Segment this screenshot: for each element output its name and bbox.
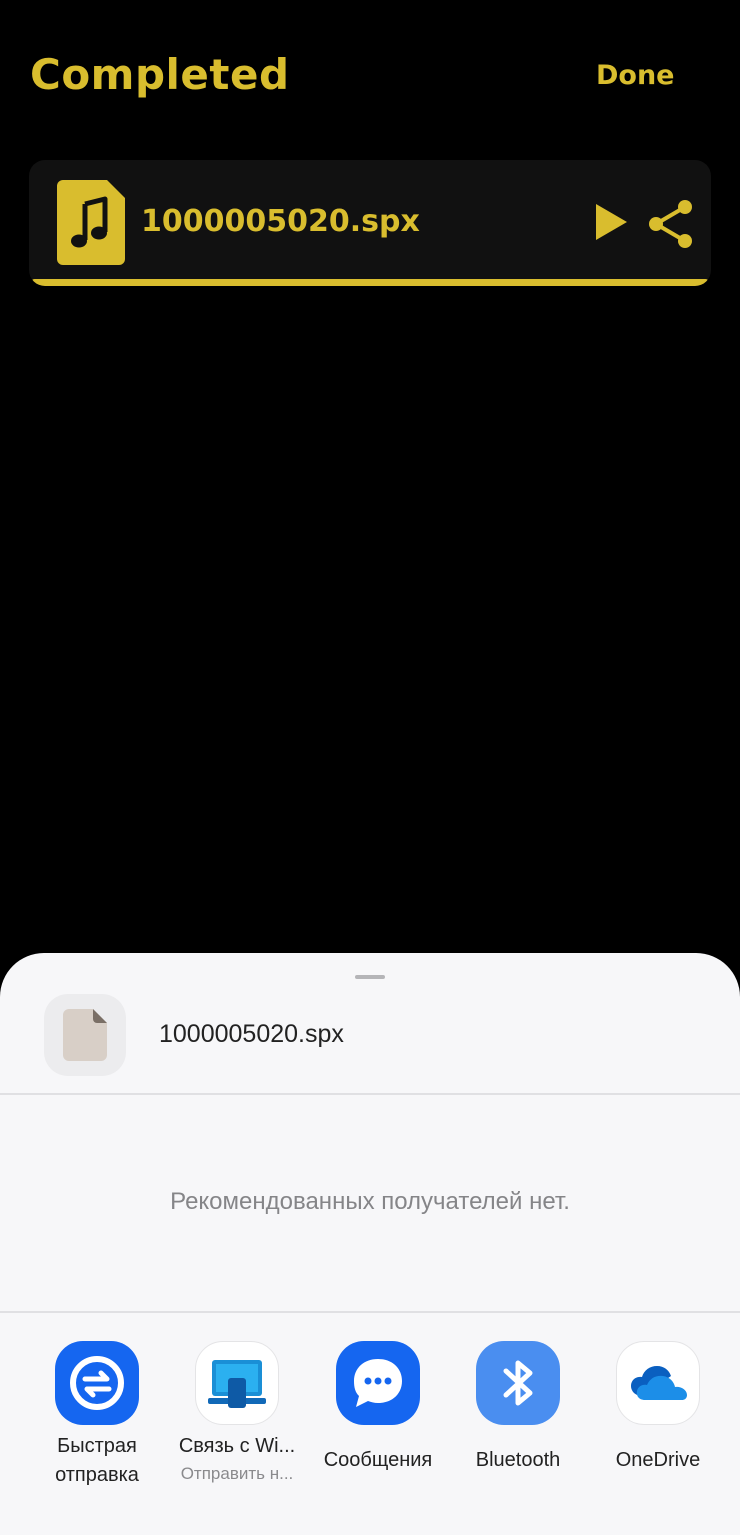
app-messages[interactable]: Сообщения xyxy=(308,1341,448,1521)
play-icon[interactable] xyxy=(593,202,629,242)
sheet-drag-handle[interactable] xyxy=(355,975,385,979)
app-label: Сообщения xyxy=(323,1449,433,1471)
share-icon[interactable] xyxy=(647,198,695,250)
file-thumbnail xyxy=(44,994,126,1076)
messages-icon xyxy=(336,1341,420,1425)
app-label: Связь с Wi... xyxy=(178,1435,296,1457)
progress-bar xyxy=(31,279,709,286)
app-link-to-windows[interactable]: Связь с Wi... Отправить н... xyxy=(167,1341,307,1521)
divider xyxy=(0,1093,740,1095)
music-file-icon xyxy=(57,180,125,265)
onedrive-icon xyxy=(616,1341,700,1425)
app-label: OneDrive xyxy=(615,1449,701,1471)
share-app-list: Быстрая отправка Связь с Wi... Отправить… xyxy=(0,1341,740,1535)
app-quick-share[interactable]: Быстрая отправка xyxy=(27,1341,167,1521)
shared-file-name: 1000005020.spx xyxy=(159,1020,344,1048)
app-sublabel: Отправить н... xyxy=(180,1464,294,1483)
app-bluetooth[interactable]: Bluetooth xyxy=(448,1341,588,1521)
file-name: 1000005020.spx xyxy=(141,204,420,239)
divider xyxy=(0,1311,740,1313)
bluetooth-icon xyxy=(476,1341,560,1425)
share-sheet: 1000005020.spx Рекомендованных получател… xyxy=(0,953,740,1535)
file-item[interactable]: 1000005020.spx xyxy=(29,160,711,286)
app-label: Bluetooth xyxy=(475,1449,561,1471)
done-button[interactable]: Done xyxy=(596,60,675,91)
top-bar: Completed Done xyxy=(0,0,740,150)
quick-share-icon xyxy=(55,1341,139,1425)
app-label: Быстрая xyxy=(57,1435,137,1457)
document-icon xyxy=(63,1009,107,1061)
no-recipients-message: Рекомендованных получателей нет. xyxy=(170,1188,570,1215)
page-title: Completed xyxy=(30,50,290,99)
app-onedrive[interactable]: OneDrive xyxy=(588,1341,728,1521)
link-to-windows-icon xyxy=(195,1341,279,1425)
app-label: отправка xyxy=(55,1464,139,1486)
